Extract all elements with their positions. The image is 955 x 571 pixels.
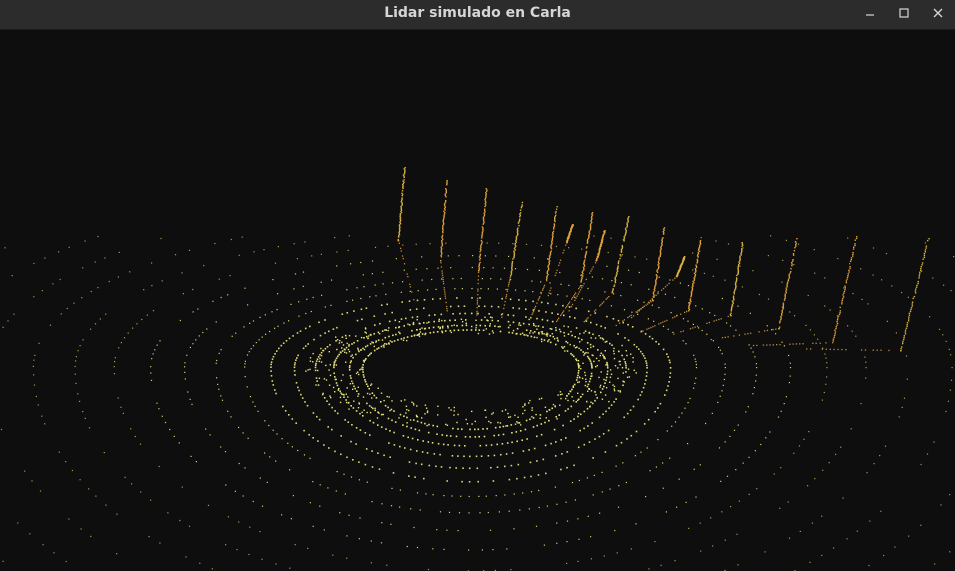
lidar-viewport[interactable]: [0, 30, 955, 571]
ground-points: [0, 235, 955, 571]
app-window: Lidar simulado en Carla: [0, 0, 955, 571]
window-title: Lidar simulado en Carla: [384, 5, 571, 21]
minimize-icon: [866, 14, 874, 16]
lidar-point-cloud: [0, 167, 955, 571]
obstacle-points: [397, 167, 930, 352]
minimize-button[interactable]: [853, 0, 887, 26]
maximize-icon: [899, 8, 909, 18]
close-icon: [933, 8, 943, 18]
title-bar[interactable]: Lidar simulado en Carla: [0, 0, 955, 30]
close-button[interactable]: [921, 0, 955, 26]
window-controls: [853, 0, 955, 30]
maximize-button[interactable]: [887, 0, 921, 26]
